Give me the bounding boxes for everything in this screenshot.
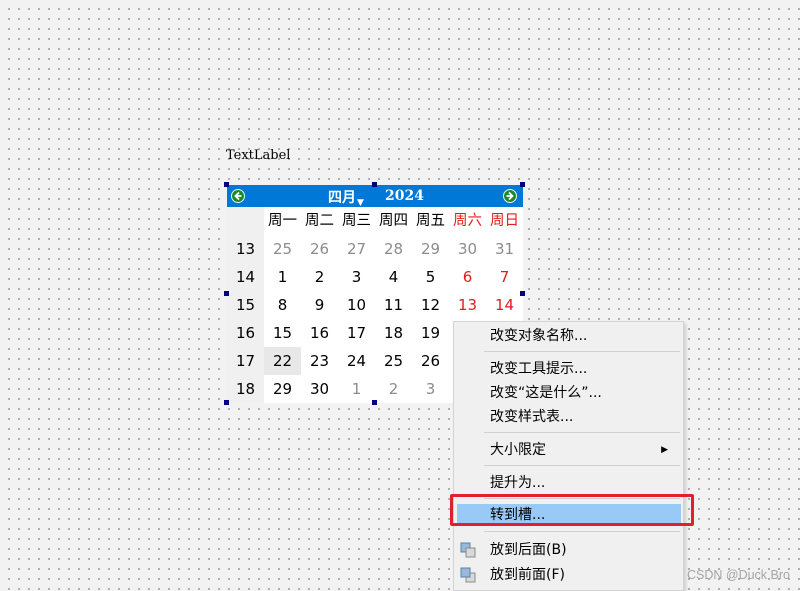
menu-separator [484, 531, 680, 532]
calendar-day[interactable]: 13 [449, 291, 486, 319]
month-selector[interactable]: 四月▼ [328, 187, 364, 208]
calendar-day[interactable]: 30 [301, 375, 338, 403]
resize-handle[interactable] [520, 182, 525, 187]
calendar-day[interactable]: 5 [412, 263, 449, 291]
menu-separator [484, 351, 680, 352]
calendar-day[interactable]: 17 [338, 319, 375, 347]
week-number: 15 [227, 291, 264, 319]
calendar-day[interactable]: 23 [301, 347, 338, 375]
annotation-highlight-box [450, 494, 694, 526]
resize-handle[interactable] [372, 182, 377, 187]
menu-item-label: 大小限定 [490, 442, 546, 458]
calendar-day[interactable]: 25 [264, 235, 301, 263]
menu-item-label: 改变“这是什么”... [490, 385, 602, 401]
calendar-day[interactable]: 29 [412, 235, 449, 263]
calendar-day[interactable]: 3 [412, 375, 449, 403]
menu-item-label: 改变对象名称... [490, 328, 588, 344]
calendar-day[interactable]: 8 [264, 291, 301, 319]
arrow-left-icon [234, 191, 242, 201]
menu-item-label: 改变工具提示... [490, 361, 588, 377]
calendar-day[interactable]: 9 [301, 291, 338, 319]
menu-item-label: 放到后面(B) [490, 542, 567, 558]
menu-item-change-whats-this[interactable]: 改变“这是什么”... [454, 382, 683, 404]
watermark: CSDN @Duck Bro [687, 568, 790, 582]
menu-item-label: 放到前面(F) [490, 567, 565, 583]
calendar-day[interactable]: 2 [375, 375, 412, 403]
resize-handle[interactable] [372, 400, 377, 405]
text-label-widget[interactable]: TextLabel [226, 148, 290, 163]
menu-item-bring-to-front[interactable]: 放到前面(F) [454, 564, 683, 586]
calendar-day[interactable]: 3 [338, 263, 375, 291]
calendar-day[interactable]: 29 [264, 375, 301, 403]
calendar-day[interactable]: 28 [375, 235, 412, 263]
menu-item-label: 提升为... [490, 475, 546, 491]
calendar-day[interactable]: 24 [338, 347, 375, 375]
menu-item-promote-to[interactable]: 提升为... [454, 472, 683, 494]
context-menu: 改变对象名称... 改变工具提示... 改变“这是什么”... 改变样式表...… [453, 321, 684, 591]
calendar-day[interactable]: 1 [264, 263, 301, 291]
menu-item-size-constraints[interactable]: 大小限定 ▶ [454, 439, 683, 461]
calendar-day[interactable]: 16 [301, 319, 338, 347]
calendar-day[interactable]: 1 [338, 375, 375, 403]
weekday-header: 周二 [305, 213, 334, 229]
calendar-day[interactable]: 6 [449, 263, 486, 291]
weekday-header: 周五 [416, 213, 445, 229]
next-month-button[interactable] [503, 189, 517, 203]
menu-item-change-stylesheet[interactable]: 改变样式表... [454, 406, 683, 428]
menu-item-send-to-back[interactable]: 放到后面(B) [454, 539, 683, 561]
resize-handle[interactable] [520, 291, 525, 296]
weekday-header: 周日 [490, 213, 519, 229]
calendar-day[interactable]: 18 [375, 319, 412, 347]
calendar-day[interactable]: 27 [338, 235, 375, 263]
menu-item-rename[interactable]: 改变对象名称... [454, 325, 683, 347]
calendar-day[interactable]: 25 [375, 347, 412, 375]
calendar-day[interactable]: 10 [338, 291, 375, 319]
week-number: 13 [227, 235, 264, 263]
bring-to-front-icon [460, 567, 476, 583]
month-label: 四月 [328, 190, 356, 206]
week-number: 14 [227, 263, 264, 291]
calendar-day[interactable]: 12 [412, 291, 449, 319]
resize-handle[interactable] [224, 291, 229, 296]
menu-separator [484, 432, 680, 433]
menu-item-change-tooltip[interactable]: 改变工具提示... [454, 358, 683, 380]
calendar-day[interactable]: 14 [486, 291, 523, 319]
year-selector[interactable]: 2024 [385, 188, 424, 204]
menu-separator [484, 465, 680, 466]
submenu-arrow-icon: ▶ [661, 445, 668, 455]
weekday-header: 周一 [268, 213, 297, 229]
prev-month-button[interactable] [231, 189, 245, 203]
calendar-day[interactable]: 4 [375, 263, 412, 291]
calendar-day[interactable]: 15 [264, 319, 301, 347]
menu-item-label: 改变样式表... [490, 409, 574, 425]
calendar-day[interactable]: 19 [412, 319, 449, 347]
week-number: 16 [227, 319, 264, 347]
calendar-day[interactable]: 2 [301, 263, 338, 291]
calendar-day[interactable]: 11 [375, 291, 412, 319]
calendar-day[interactable]: 7 [486, 263, 523, 291]
send-to-back-icon [460, 542, 476, 558]
weekday-header: 周六 [453, 213, 482, 229]
weekday-header: 周四 [379, 213, 408, 229]
resize-handle[interactable] [224, 400, 229, 405]
arrow-right-icon [506, 191, 514, 201]
week-number: 17 [227, 347, 264, 375]
weekday-header: 周三 [342, 213, 371, 229]
resize-handle[interactable] [224, 182, 229, 187]
calendar-day[interactable]: 31 [486, 235, 523, 263]
calendar-day[interactable]: 26 [301, 235, 338, 263]
calendar-corner [227, 207, 264, 235]
calendar-day[interactable]: 30 [449, 235, 486, 263]
week-number: 18 [227, 375, 264, 403]
calendar-day[interactable]: 26 [412, 347, 449, 375]
calendar-day[interactable]: 22 [264, 347, 301, 375]
calendar-navigation-bar: 四月▼ 2024 [227, 185, 523, 208]
